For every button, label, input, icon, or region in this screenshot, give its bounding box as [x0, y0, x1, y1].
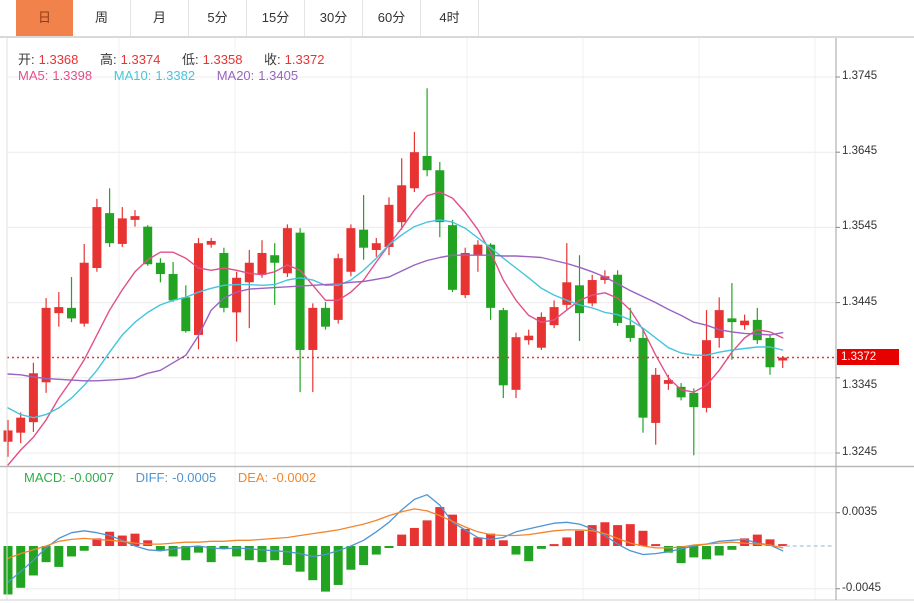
- tab-period-1[interactable]: 日: [16, 0, 73, 36]
- high-value: 1.3374: [121, 52, 161, 67]
- ma10-label: MA10:: [114, 68, 152, 83]
- last-price-badge: 1.3372: [837, 349, 899, 365]
- close-value: 1.3372: [285, 52, 325, 67]
- ma5-label: MA5:: [18, 68, 48, 83]
- low-label: 低:: [182, 52, 199, 67]
- quote-row: 开: 1.3368 高: 1.3374 低: 1.3358 收: 1.3372: [18, 49, 328, 68]
- diff-label: DIFF:: [136, 470, 169, 485]
- tab-period-6[interactable]: 30分: [305, 0, 363, 36]
- tab-period-8[interactable]: 4时: [421, 0, 479, 36]
- tab-period-7[interactable]: 60分: [363, 0, 421, 36]
- diff-value: -0.0005: [172, 470, 216, 485]
- tab-period-2[interactable]: 周: [73, 0, 131, 36]
- dea-value: -0.0002: [272, 470, 316, 485]
- price-tick-label: 1.3445: [842, 296, 877, 308]
- high-label: 高:: [100, 52, 117, 67]
- tab-period-3[interactable]: 月: [131, 0, 189, 36]
- open-value: 1.3368: [39, 52, 79, 67]
- close-label: 收:: [264, 52, 281, 67]
- dea-label: DEA:: [238, 470, 268, 485]
- open-label: 开:: [18, 52, 35, 67]
- macd-value: -0.0007: [70, 470, 114, 485]
- period-tabbar: 日周月5分15分30分60分4时: [0, 0, 914, 37]
- low-value: 1.3358: [203, 52, 243, 67]
- ma20-label: MA20:: [217, 68, 255, 83]
- tab-period-5[interactable]: 15分: [247, 0, 305, 36]
- price-tick-label: 1.3545: [842, 220, 877, 232]
- price-tick-label: 1.3345: [842, 379, 877, 391]
- tab-period-4[interactable]: 5分: [189, 0, 247, 36]
- macd-legend-row: MACD: -0.0007 DIFF:-0.0005 DEA: -0.0002: [24, 470, 320, 485]
- ma-legend-row: MA5: 1.3398 MA10:1.3382 MA20:1.3405: [18, 68, 302, 83]
- kline-chart-canvas[interactable]: [0, 0, 914, 603]
- macd-tick-label: 0.0035: [842, 506, 877, 518]
- ma5-value: 1.3398: [52, 68, 92, 83]
- price-tick-label: 1.3645: [842, 145, 877, 157]
- macd-tick-label: -0.0045: [842, 582, 881, 594]
- price-tick-label: 1.3745: [842, 70, 877, 82]
- ma10-value: 1.3382: [155, 68, 195, 83]
- kline-app: { "tabs": { "items": [ {"label":"日","act…: [0, 0, 914, 603]
- macd-label: MACD:: [24, 470, 66, 485]
- ma20-value: 1.3405: [258, 68, 298, 83]
- price-tick-label: 1.3245: [842, 446, 877, 458]
